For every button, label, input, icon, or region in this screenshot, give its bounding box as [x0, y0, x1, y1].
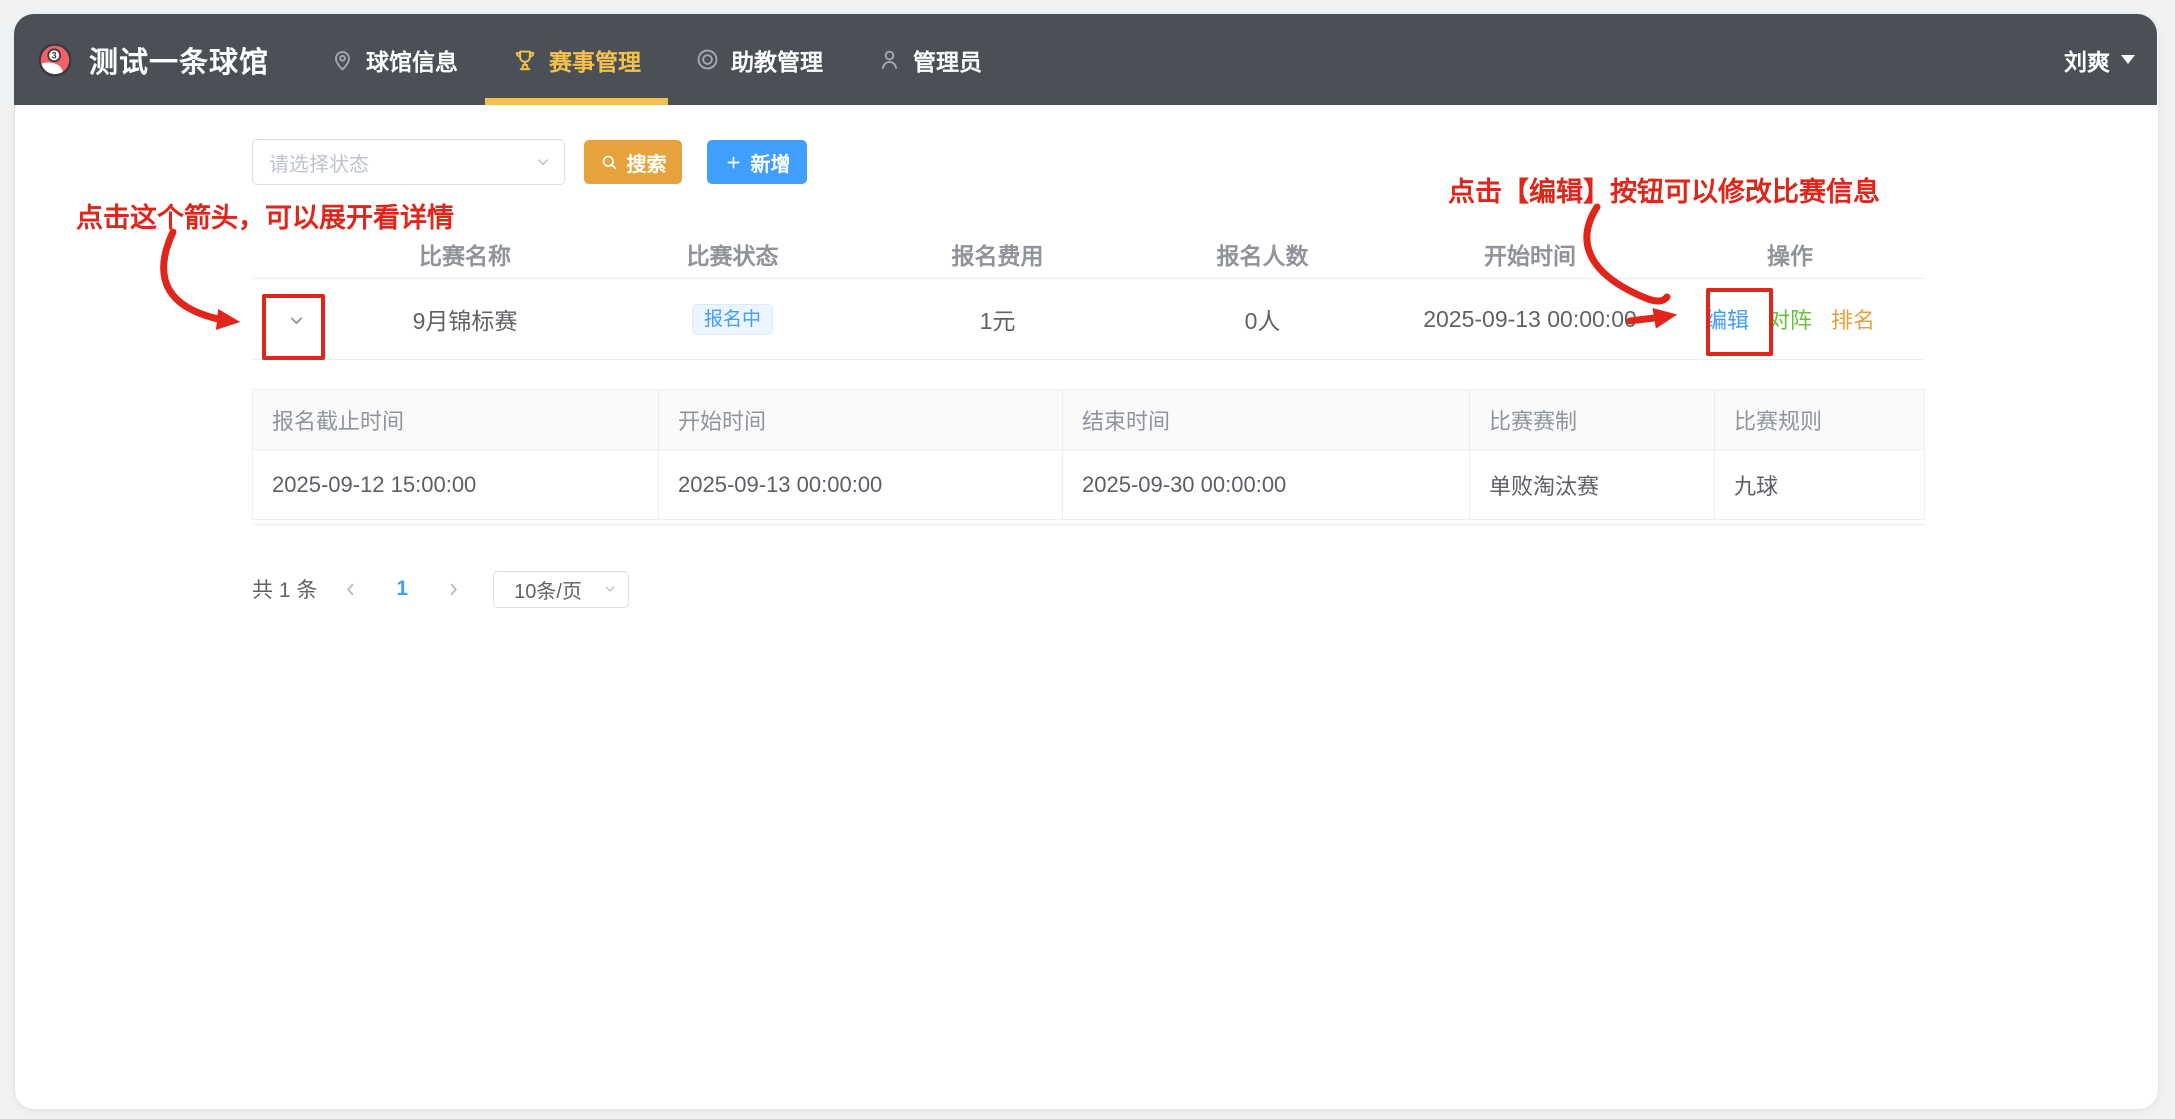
nav-tabs: 球馆信息 赛事管理: [303, 14, 1009, 105]
expanded-value-format: 单败淘汰赛: [1470, 450, 1715, 519]
tab-label: 管理员: [913, 43, 982, 77]
row-status: 报名中: [590, 304, 875, 335]
expanded-detail-table: 报名截止时间 开始时间 结束时间 比赛赛制 比赛规则 2025-09-12 15…: [252, 389, 1925, 520]
billiard-ball-logo-icon: 3: [38, 43, 72, 77]
plus-icon: [724, 153, 743, 172]
tab-label: 助教管理: [731, 43, 823, 77]
status-select[interactable]: 请选择状态: [252, 139, 565, 185]
venue-title: 测试一条球馆: [89, 39, 269, 81]
chevron-down-icon: [602, 581, 618, 597]
row-people: 0人: [1120, 302, 1405, 336]
add-button[interactable]: 新增: [707, 140, 807, 184]
filter-row: 请选择状态 搜索 新增: [252, 139, 807, 185]
row-actions: 编辑 对阵 排名: [1655, 303, 1925, 335]
table-row: 9月锦标赛 报名中 1元 0人 2025-09-13 00:00:00 编辑 对…: [252, 279, 1925, 360]
table-header-start: 开始时间: [1405, 237, 1655, 271]
expanded-header-row: 报名截止时间 开始时间 结束时间 比赛赛制 比赛规则: [253, 390, 1924, 450]
tab-label: 赛事管理: [549, 43, 641, 77]
search-icon: [600, 153, 619, 172]
add-button-label: 新增: [751, 148, 791, 177]
bracket-link[interactable]: 对阵: [1768, 303, 1812, 335]
annotation-edit-note: 点击【编辑】按钮可以修改比赛信息: [1448, 170, 1880, 209]
table-header-row: 比赛名称 比赛状态 报名费用 报名人数 开始时间 操作: [252, 230, 1925, 279]
location-pin-icon: [330, 47, 355, 72]
expanded-value-row: 2025-09-12 15:00:00 2025-09-13 00:00:00 …: [253, 450, 1924, 519]
annotation-box-expand: [262, 294, 325, 360]
chevron-right-icon[interactable]: [444, 580, 463, 599]
brand: 3 测试一条球馆: [38, 14, 269, 105]
expanded-header-start: 开始时间: [659, 390, 1063, 449]
table-header-people: 报名人数: [1120, 237, 1405, 271]
annotation-box-edit: [1706, 288, 1773, 356]
person-icon: [877, 47, 902, 72]
user-name: 刘爽: [2064, 43, 2110, 77]
table-header-action: 操作: [1655, 237, 1925, 271]
table-header-fee: 报名费用: [875, 237, 1120, 271]
search-button-label: 搜索: [627, 148, 667, 177]
double-circle-icon: [695, 47, 720, 72]
page-size-value: 10条/页: [514, 575, 582, 604]
tab-venue-info[interactable]: 球馆信息: [303, 14, 485, 105]
expanded-row-divider: [252, 524, 1925, 525]
expanded-value-deadline: 2025-09-12 15:00:00: [253, 450, 659, 519]
row-start-time: 2025-09-13 00:00:00: [1405, 306, 1655, 333]
expanded-header-rules: 比赛规则: [1715, 390, 1924, 449]
expanded-value-rules: 九球: [1715, 450, 1924, 519]
tab-coach-management[interactable]: 助教管理: [668, 14, 850, 105]
svg-text:3: 3: [52, 50, 57, 60]
table-header-status: 比赛状态: [590, 237, 875, 271]
expanded-value-end: 2025-09-30 00:00:00: [1063, 450, 1470, 519]
caret-down-icon: [2121, 55, 2135, 64]
expanded-value-start: 2025-09-13 00:00:00: [659, 450, 1063, 519]
page: 3 测试一条球馆 球馆信息: [0, 0, 2175, 1119]
navbar: 3 测试一条球馆 球馆信息: [14, 14, 2157, 105]
chevron-left-icon[interactable]: [341, 580, 360, 599]
pagination-total: 共 1 条: [252, 574, 317, 604]
pagination-page-1[interactable]: 1: [396, 577, 408, 601]
tab-admin[interactable]: 管理员: [850, 14, 1009, 105]
tab-event-management[interactable]: 赛事管理: [485, 14, 668, 105]
page-size-select[interactable]: 10条/页: [493, 571, 629, 608]
chevron-down-icon: [534, 153, 552, 171]
pagination: 共 1 条 1 10条/页: [252, 570, 629, 608]
trophy-icon: [512, 47, 538, 73]
tab-label: 球馆信息: [366, 43, 458, 77]
table-header-name: 比赛名称: [340, 237, 590, 271]
expanded-header-deadline: 报名截止时间: [253, 390, 659, 449]
expanded-header-end: 结束时间: [1063, 390, 1470, 449]
status-select-placeholder: 请选择状态: [269, 148, 369, 177]
row-name: 9月锦标赛: [340, 302, 590, 336]
annotation-expand-note: 点击这个箭头，可以展开看详情: [76, 196, 454, 235]
expanded-header-format: 比赛赛制: [1470, 390, 1715, 449]
status-badge: 报名中: [692, 304, 773, 335]
search-button[interactable]: 搜索: [584, 140, 682, 184]
row-fee: 1元: [875, 302, 1120, 336]
ranking-link[interactable]: 排名: [1831, 303, 1875, 335]
user-menu[interactable]: 刘爽: [2064, 14, 2135, 105]
